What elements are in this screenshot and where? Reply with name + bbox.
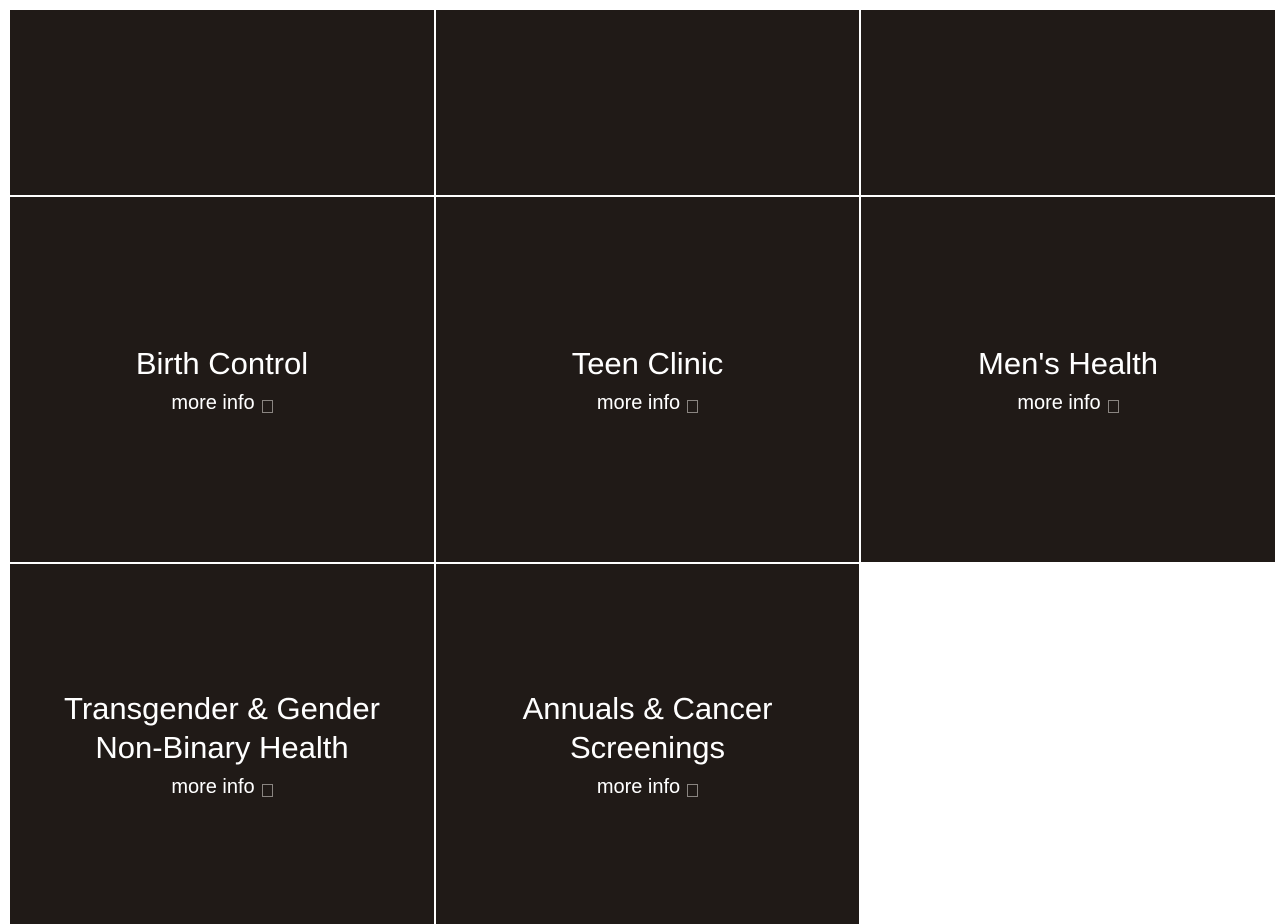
more-info-link[interactable]: more info (596, 775, 699, 799)
service-title: Men's Health (978, 346, 1158, 381)
more-info-link[interactable]: more info (171, 391, 273, 415)
arrow-right-icon (687, 783, 699, 797)
more-info-label: more info (596, 776, 681, 798)
service-tile-annuals-cancer-screenings[interactable]: Annuals & Cancer Screenings more info (436, 564, 859, 924)
service-title: Annuals & Cancer Screenings (522, 691, 773, 765)
service-tile-top-3[interactable] (861, 10, 1275, 195)
arrow-right-icon (687, 399, 699, 413)
arrow-right-icon (1107, 399, 1119, 413)
service-tile-mens-health[interactable]: Men's Health more info (861, 197, 1275, 562)
service-tile-birth-control[interactable]: Birth Control more info (10, 197, 434, 562)
service-tile-transgender-health[interactable]: Transgender & Gender Non-Binary Health m… (10, 564, 434, 924)
service-tile-teen-clinic[interactable]: Teen Clinic more info (436, 197, 859, 562)
more-info-label: more info (171, 392, 255, 414)
service-title: Transgender & Gender Non-Binary Health (64, 691, 380, 765)
services-grid: Birth Control more info Teen Clinic more… (10, 10, 1275, 924)
more-info-label: more info (1017, 392, 1101, 414)
service-title: Birth Control (135, 346, 309, 381)
arrow-right-icon (261, 783, 273, 797)
service-tile-top-1[interactable] (10, 10, 434, 195)
service-tile-top-2[interactable] (436, 10, 859, 195)
arrow-right-icon (261, 399, 273, 413)
service-title: Teen Clinic (571, 346, 724, 381)
more-info-label: more info (171, 776, 255, 798)
more-info-link[interactable]: more info (171, 775, 273, 799)
more-info-label: more info (596, 392, 681, 414)
more-info-link[interactable]: more info (1017, 391, 1119, 415)
more-info-link[interactable]: more info (596, 391, 699, 415)
